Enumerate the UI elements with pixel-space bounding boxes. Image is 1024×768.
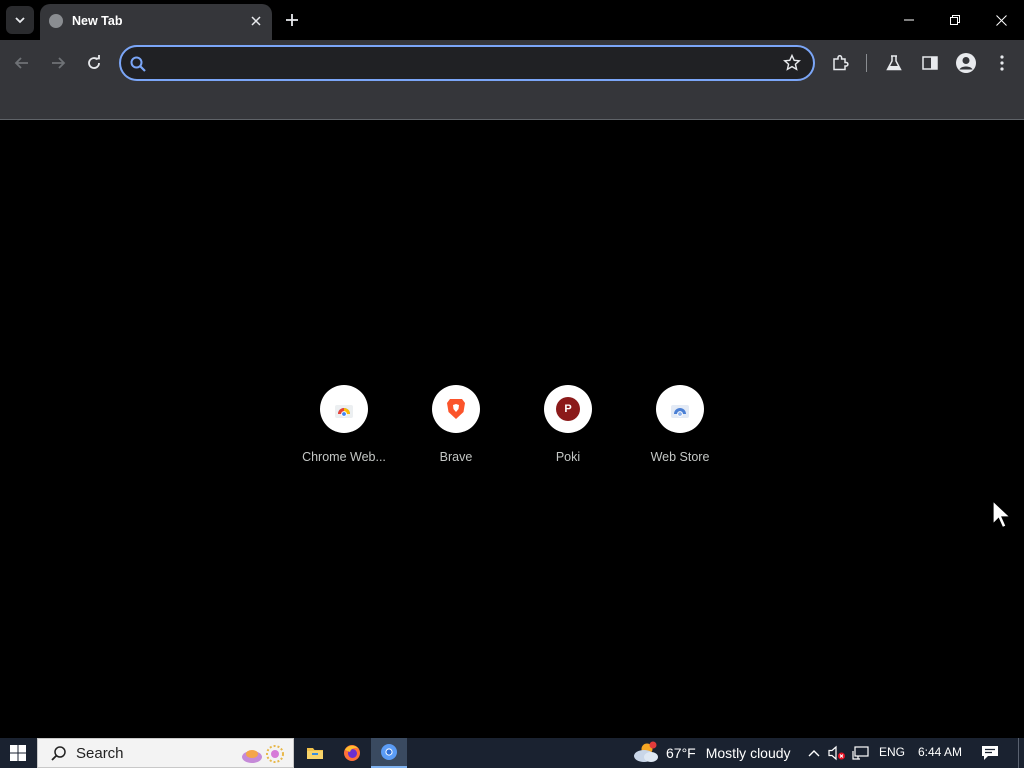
shortcut-icon-circle xyxy=(432,385,480,433)
puzzle-icon xyxy=(833,54,849,71)
address-bar[interactable] xyxy=(119,45,815,81)
search-highlight-icon xyxy=(242,745,284,763)
arrow-left-icon xyxy=(14,57,28,69)
volume-button[interactable] xyxy=(828,744,846,762)
shortcut-icon-circle xyxy=(656,385,704,433)
arrow-right-icon xyxy=(52,57,66,69)
poki-letter: P xyxy=(564,403,572,415)
new-tab-button[interactable] xyxy=(280,8,304,32)
windows-logo-icon xyxy=(10,745,26,761)
web-store-icon xyxy=(671,405,689,418)
shortcut-poki[interactable]: P Poki xyxy=(512,375,624,475)
new-tab-page: Chrome Web... Brave P Poki Web Store xyxy=(0,121,1024,738)
notification-icon xyxy=(982,746,998,760)
restore-button[interactable] xyxy=(932,0,978,40)
weather-widget[interactable]: 67°F Mostly cloudy xyxy=(632,738,791,768)
search-icon xyxy=(130,56,146,72)
folder-icon xyxy=(307,748,323,759)
chevron-down-icon xyxy=(15,17,25,24)
minimize-icon xyxy=(904,19,914,21)
extensions-button[interactable] xyxy=(829,52,851,74)
minimize-button[interactable] xyxy=(886,0,932,40)
weather-temperature: 67°F xyxy=(666,745,696,761)
tab-search-button[interactable] xyxy=(6,6,34,34)
address-input[interactable] xyxy=(153,53,773,73)
poki-icon: P xyxy=(556,397,580,421)
shortcut-label: Web Store xyxy=(650,450,710,464)
profile-button[interactable] xyxy=(955,52,977,74)
network-button[interactable] xyxy=(852,744,870,762)
bookmark-star-icon[interactable] xyxy=(783,54,801,72)
cloudy-weather-icon xyxy=(634,741,658,762)
globe-icon xyxy=(49,14,63,28)
reload-icon xyxy=(88,55,100,69)
weather-condition: Mostly cloudy xyxy=(705,745,791,761)
bookmarks-bar xyxy=(0,86,1024,120)
chrome-icon xyxy=(381,744,397,760)
taskbar-chrome[interactable] xyxy=(371,738,407,768)
side-panel-icon xyxy=(922,56,938,70)
chevron-up-icon xyxy=(808,750,820,757)
shortcut-label: Chrome Web... xyxy=(302,450,386,464)
tab-close-button[interactable] xyxy=(248,13,264,29)
toolbar xyxy=(0,40,1024,86)
side-panel-button[interactable] xyxy=(919,52,941,74)
shortcut-icon-circle: P xyxy=(544,385,592,433)
toolbar-divider xyxy=(866,54,867,72)
tab-strip: New Tab xyxy=(0,0,1024,40)
shortcut-web-store[interactable]: Web Store xyxy=(624,375,736,475)
network-icon xyxy=(852,746,869,760)
taskbar-firefox[interactable] xyxy=(334,738,370,768)
firefox-icon xyxy=(344,745,360,761)
tab-title: New Tab xyxy=(72,14,123,28)
menu-button[interactable] xyxy=(991,52,1013,74)
close-icon xyxy=(995,14,1007,26)
language-indicator[interactable]: ENG xyxy=(879,745,905,759)
restore-icon xyxy=(950,15,960,25)
taskbar-search-label: Search xyxy=(76,745,124,762)
plus-icon xyxy=(286,14,298,26)
forward-button[interactable] xyxy=(45,50,71,76)
shortcut-icon-circle xyxy=(320,385,368,433)
mouse-cursor-icon xyxy=(992,500,1012,529)
shortcut-label: Brave xyxy=(439,450,473,464)
avatar-icon xyxy=(956,53,976,73)
taskbar-search-box[interactable]: Search xyxy=(37,738,294,768)
brave-icon xyxy=(447,399,465,419)
volume-muted-icon xyxy=(828,745,845,761)
notifications-button[interactable] xyxy=(981,744,999,762)
show-hidden-icons-button[interactable] xyxy=(805,744,823,762)
close-window-button[interactable] xyxy=(978,0,1024,40)
close-icon xyxy=(251,16,261,26)
start-button[interactable] xyxy=(0,738,36,768)
search-icon xyxy=(51,746,66,761)
kebab-menu-icon xyxy=(1000,55,1004,71)
chrome-web-store-icon xyxy=(335,405,353,418)
tab-new-tab[interactable]: New Tab xyxy=(40,4,272,40)
reload-button[interactable] xyxy=(81,50,107,76)
taskbar: Search 67°F Mostly cloudy ENG 6:44 AM xyxy=(0,738,1024,768)
shortcut-brave[interactable]: Brave xyxy=(400,375,512,475)
labs-button[interactable] xyxy=(883,52,905,74)
back-button[interactable] xyxy=(9,50,35,76)
flask-icon xyxy=(886,55,902,71)
shortcut-label: Poki xyxy=(555,450,581,464)
clock[interactable]: 6:44 AM xyxy=(918,745,962,759)
taskbar-file-explorer[interactable] xyxy=(297,738,333,768)
show-desktop-button[interactable] xyxy=(1018,738,1019,768)
shortcut-chrome-web-store[interactable]: Chrome Web... xyxy=(288,375,400,475)
